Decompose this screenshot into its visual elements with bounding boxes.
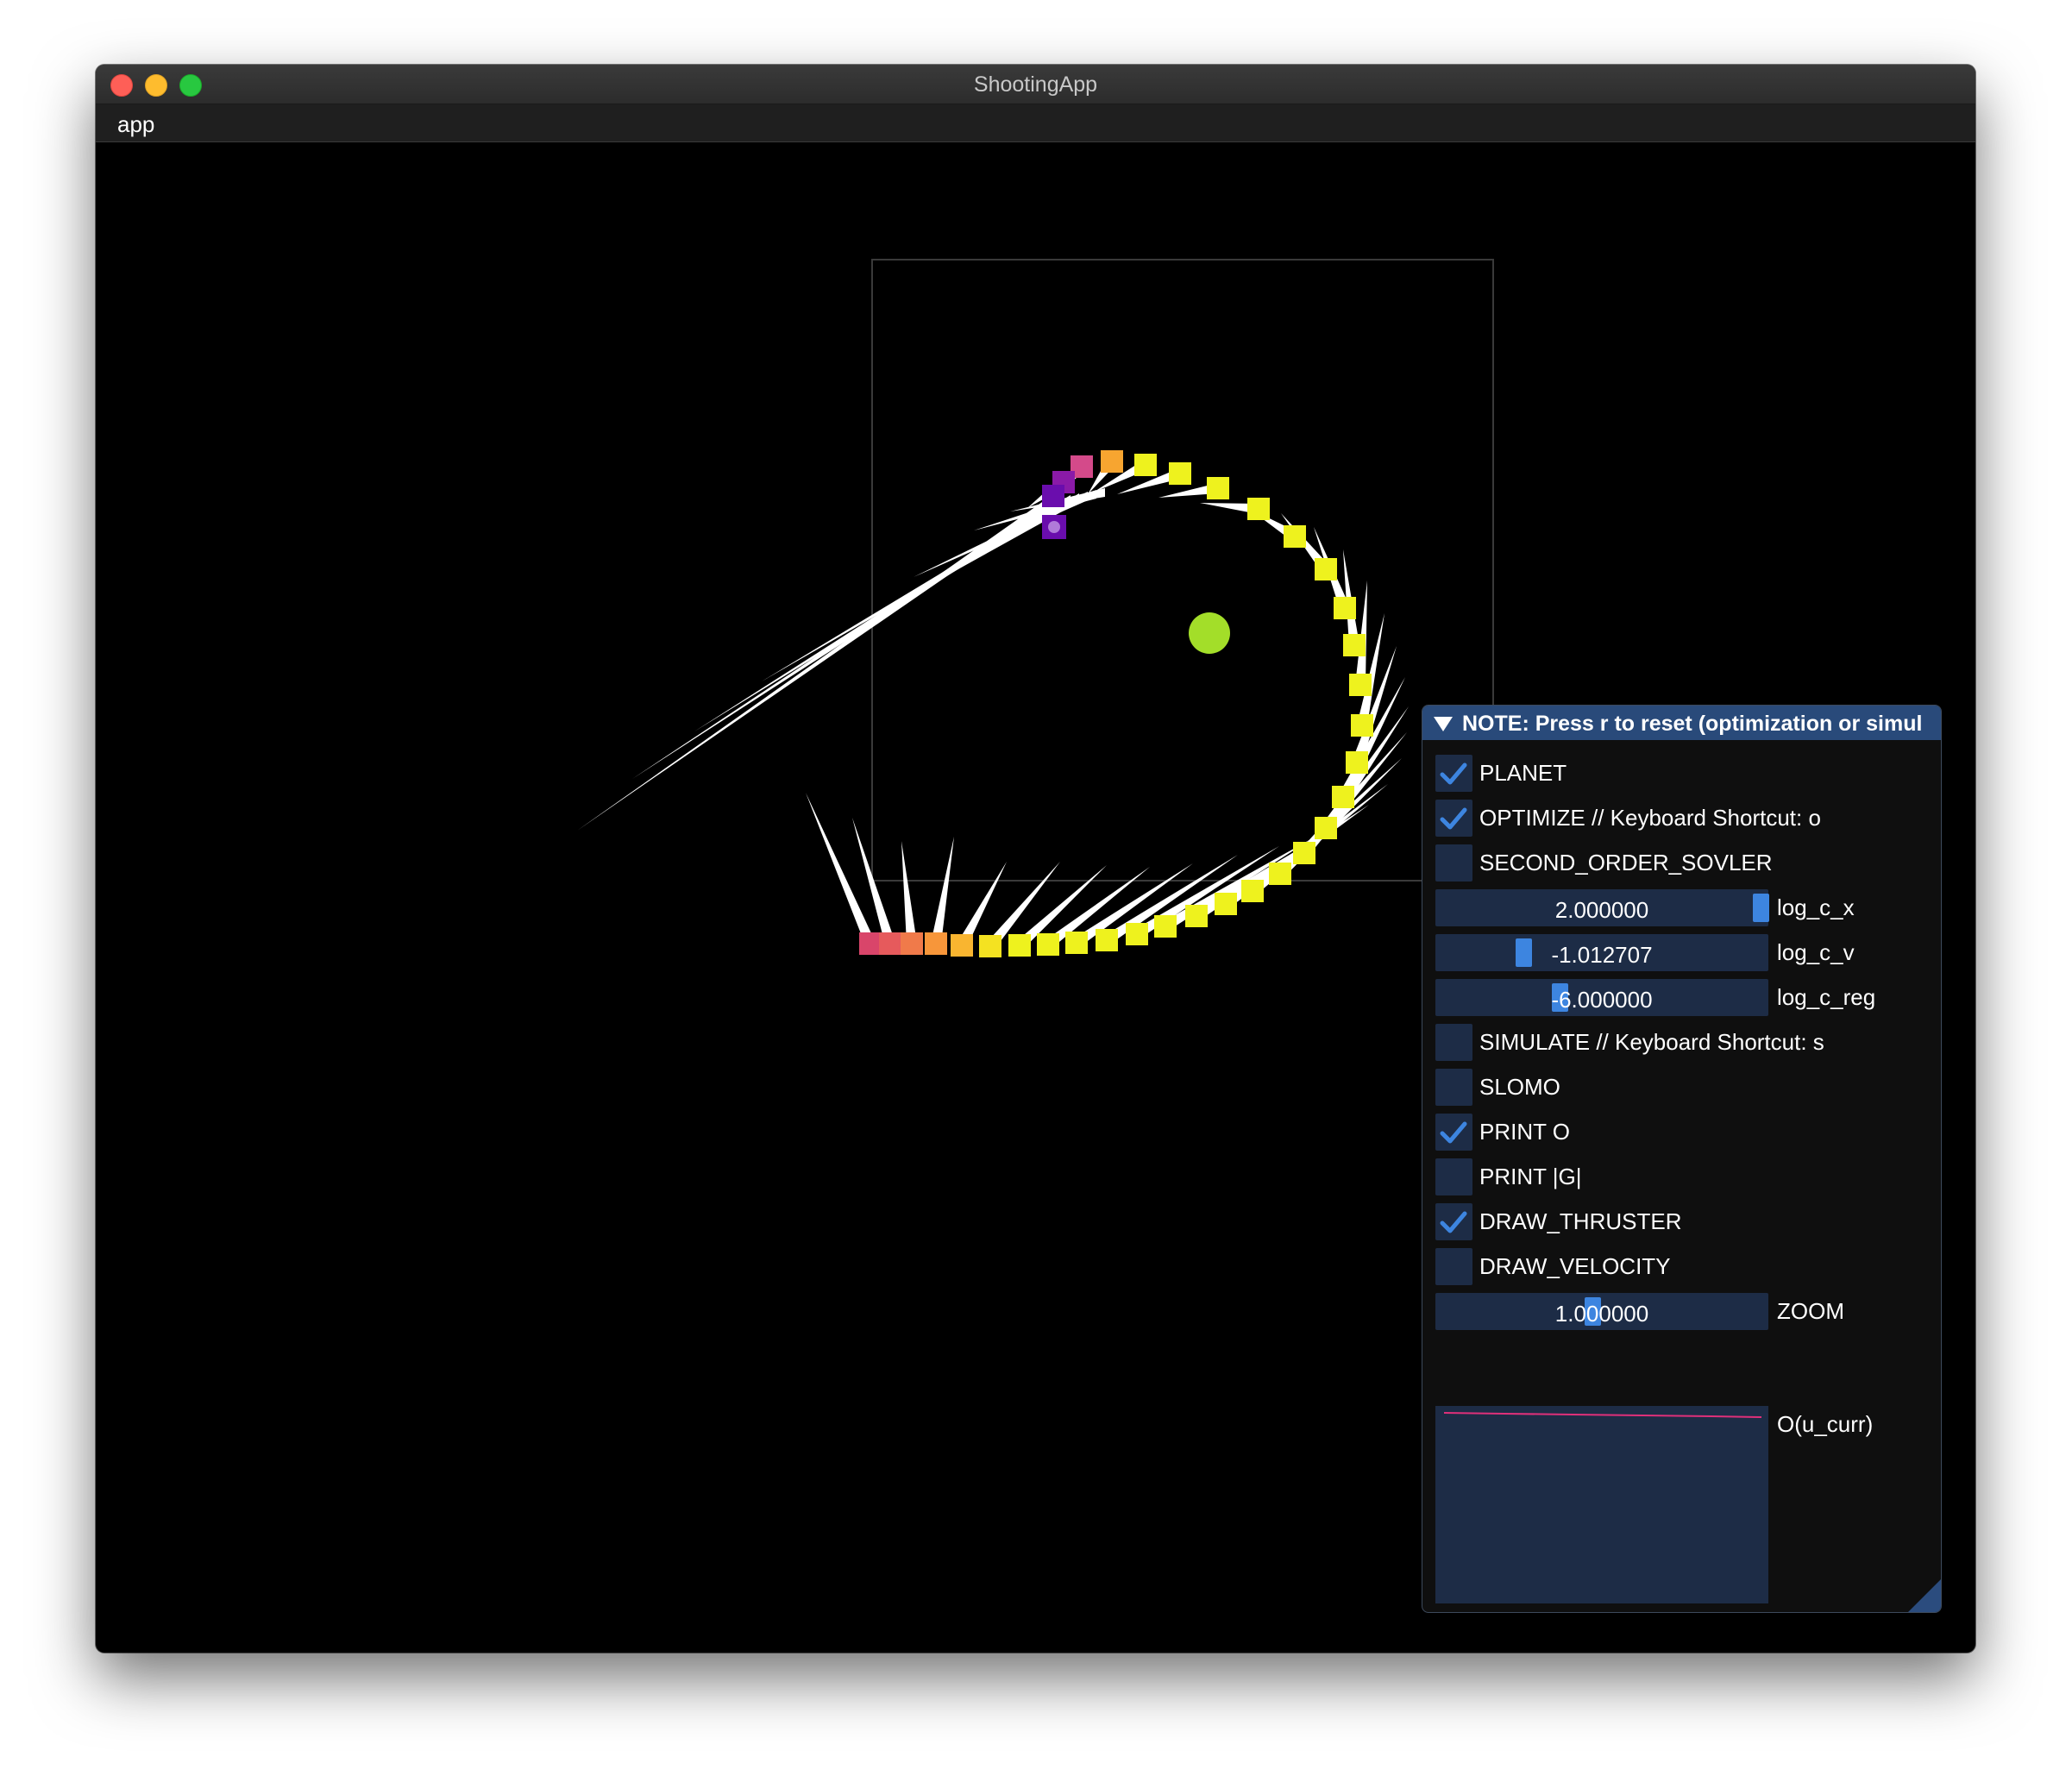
checkmark-icon <box>1440 1121 1467 1144</box>
view-boundary <box>871 259 1494 882</box>
trajectory-marker <box>1185 905 1208 927</box>
slider-label: log_c_v <box>1777 939 1855 965</box>
slider-value: 1.000000 <box>1554 1301 1649 1327</box>
trajectory-marker <box>1008 934 1031 957</box>
objective-plot-svg <box>1443 1412 1762 1418</box>
trajectory-marker <box>1096 929 1118 951</box>
thruster-flame <box>901 841 917 944</box>
slider-value: -6.000000 <box>1551 987 1653 1013</box>
trajectory-marker <box>1207 477 1229 499</box>
trajectory-marker <box>901 932 923 955</box>
checkbox-row-optimize-keyboard-shortcut-o: OPTIMIZE // Keyboard Shortcut: o <box>1435 797 1936 837</box>
checkbox-row-draw-velocity: DRAW_VELOCITY <box>1435 1246 1936 1285</box>
trajectory-marker <box>1065 932 1088 954</box>
checkbox-row-print-g: PRINT |G| <box>1435 1156 1936 1195</box>
trajectory-marker <box>1351 714 1373 737</box>
trajectory-marker <box>859 932 882 955</box>
trajectory-marker <box>1037 933 1059 956</box>
checkbox-label: PRINT O <box>1479 1119 1570 1145</box>
slider-value: -1.012707 <box>1551 942 1653 968</box>
checkbox-row-draw-thruster: DRAW_THRUSTER <box>1435 1201 1936 1240</box>
checkbox-label: SECOND_ORDER_SOVLER <box>1479 850 1773 875</box>
checkbox-draw-velocity[interactable] <box>1435 1248 1472 1285</box>
panel-header-text: NOTE: Press r to reset (optimization or … <box>1462 712 1923 736</box>
objective-plot <box>1435 1406 1768 1603</box>
checkbox-slomo[interactable] <box>1435 1069 1472 1106</box>
trajectory-marker <box>1334 597 1356 619</box>
checkbox-simulate-keyboard-shortcut-s[interactable] <box>1435 1024 1472 1061</box>
slider-row-log-c-reg: -6.000000 log_c_reg <box>1435 976 1936 1016</box>
trajectory-marker <box>1315 558 1337 580</box>
control-panel: NOTE: Press r to reset (optimization or … <box>1422 705 1942 1613</box>
slider-row-zoom: 1.000000 ZOOM <box>1435 1290 1936 1330</box>
checkmark-icon <box>1440 1211 1467 1233</box>
trajectory-marker <box>951 934 973 957</box>
checkbox-print-g[interactable] <box>1435 1158 1472 1195</box>
trajectory-marker <box>1134 454 1157 476</box>
checkbox-print-o[interactable] <box>1435 1114 1472 1151</box>
trajectory-marker <box>1169 462 1191 485</box>
slider-label: log_c_x <box>1777 894 1855 920</box>
trajectory-marker <box>1293 842 1315 864</box>
trajectory-marker <box>1315 817 1337 839</box>
window-title: ShootingApp <box>973 72 1098 97</box>
trajectory-marker <box>1346 751 1368 774</box>
slider-log-c-v[interactable]: -1.012707 <box>1435 934 1768 971</box>
trajectory-marker <box>1042 485 1064 507</box>
slider-label: log_c_reg <box>1777 984 1876 1010</box>
trajectory-marker <box>1154 915 1177 938</box>
slider-label: ZOOM <box>1777 1298 1844 1324</box>
checkmark-icon <box>1440 807 1467 830</box>
slider-zoom[interactable]: 1.000000 <box>1435 1293 1768 1330</box>
slider-row-log-c-v: -1.012707 log_c_v <box>1435 932 1936 971</box>
checkmark-icon <box>1440 762 1467 785</box>
checkbox-label: PLANET <box>1479 760 1567 786</box>
collapse-triangle-icon[interactable] <box>1434 717 1453 731</box>
trajectory-marker <box>925 932 947 955</box>
checkbox-optimize-keyboard-shortcut-o[interactable] <box>1435 800 1472 837</box>
objective-plot-label: O(u_curr) <box>1777 1411 1874 1437</box>
resize-grip[interactable] <box>1908 1579 1941 1612</box>
rocket-start-dot <box>1048 521 1060 533</box>
trajectory-marker <box>1332 786 1354 808</box>
checkbox-label: DRAW_THRUSTER <box>1479 1208 1682 1234</box>
trajectory-marker <box>1215 893 1237 915</box>
planet <box>1189 612 1230 654</box>
menu-bar: app <box>96 104 1975 142</box>
trajectory-marker <box>1343 634 1366 656</box>
checkbox-label: DRAW_VELOCITY <box>1479 1253 1671 1279</box>
slider-value: 2.000000 <box>1554 897 1649 923</box>
checkbox-planet[interactable] <box>1435 755 1472 792</box>
slider-log-c-reg[interactable]: -6.000000 <box>1435 979 1768 1016</box>
app-window: ShootingApp app NOTE: Press r to reset (… <box>96 65 1975 1653</box>
title-bar[interactable]: ShootingApp <box>96 65 1975 104</box>
trajectory-marker <box>1247 498 1270 520</box>
checkbox-row-planet: PLANET <box>1435 752 1936 792</box>
checkbox-row-print-o: PRINT O <box>1435 1111 1936 1151</box>
trajectory-marker <box>979 935 1001 957</box>
thruster-flame <box>931 837 954 945</box>
objective-plot-line <box>1443 1412 1762 1418</box>
thruster-flame <box>806 793 876 946</box>
checkbox-label: SIMULATE // Keyboard Shortcut: s <box>1479 1029 1824 1055</box>
trajectory-marker <box>1284 525 1306 548</box>
checkbox-second-order-sovler[interactable] <box>1435 844 1472 882</box>
panel-header[interactable]: NOTE: Press r to reset (optimization or … <box>1422 706 1941 740</box>
trajectory-marker <box>1241 880 1264 902</box>
checkbox-label: OPTIMIZE // Keyboard Shortcut: o <box>1479 805 1821 831</box>
slider-log-c-x[interactable]: 2.000000 <box>1435 889 1769 926</box>
trajectory-marker <box>879 932 901 955</box>
trajectory-marker <box>1269 863 1291 885</box>
checkbox-row-slomo: SLOMO <box>1435 1066 1936 1106</box>
slider-row-log-c-x: 2.000000 log_c_x <box>1435 887 1936 926</box>
checkbox-draw-thruster[interactable] <box>1435 1203 1472 1240</box>
trajectory-marker <box>1349 674 1372 696</box>
checkbox-label: PRINT |G| <box>1479 1164 1582 1189</box>
checkbox-label: SLOMO <box>1479 1074 1560 1100</box>
trajectory-marker <box>1101 450 1123 473</box>
trajectory-marker <box>1126 923 1148 945</box>
checkbox-row-second-order-sovler: SECOND_ORDER_SOVLER <box>1435 842 1936 882</box>
menu-app[interactable]: app <box>117 111 154 138</box>
checkbox-row-simulate-keyboard-shortcut-s: SIMULATE // Keyboard Shortcut: s <box>1435 1021 1936 1061</box>
